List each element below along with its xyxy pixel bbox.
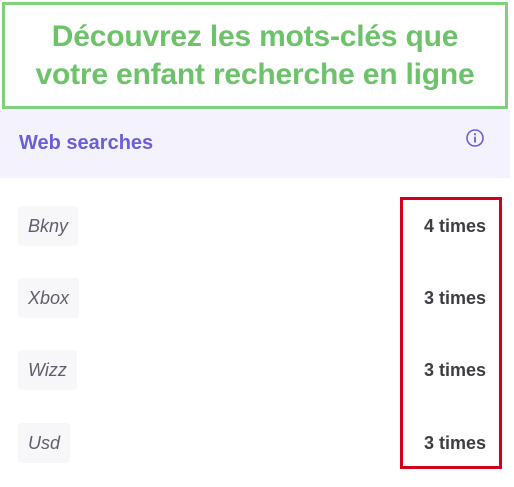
callout-text-line-2: votre enfant recherche en ligne [35,57,475,91]
callout-text-line-1: Découvrez les mots-clés que [51,19,459,53]
search-term: Wizz [18,350,77,390]
search-term: Bkny [18,206,79,246]
search-count: 4 times [423,215,486,236]
list-item: Wizz 3 times [0,350,510,390]
search-term: Usd [18,423,71,463]
search-count: 3 times [423,287,486,308]
list-item: Xbox 3 times [0,278,510,318]
search-term: Xbox [18,278,80,318]
search-count: 3 times [423,359,486,380]
web-searches-header: Web searches [0,110,510,178]
list-item: Bkny 4 times [0,206,510,246]
info-icon[interactable] [465,128,485,148]
promo-callout: Découvrez les mots-clés que votre enfant… [2,2,508,109]
search-count: 3 times [423,432,486,453]
list-item: Usd 3 times [0,423,510,463]
section-title: Web searches [19,132,154,154]
